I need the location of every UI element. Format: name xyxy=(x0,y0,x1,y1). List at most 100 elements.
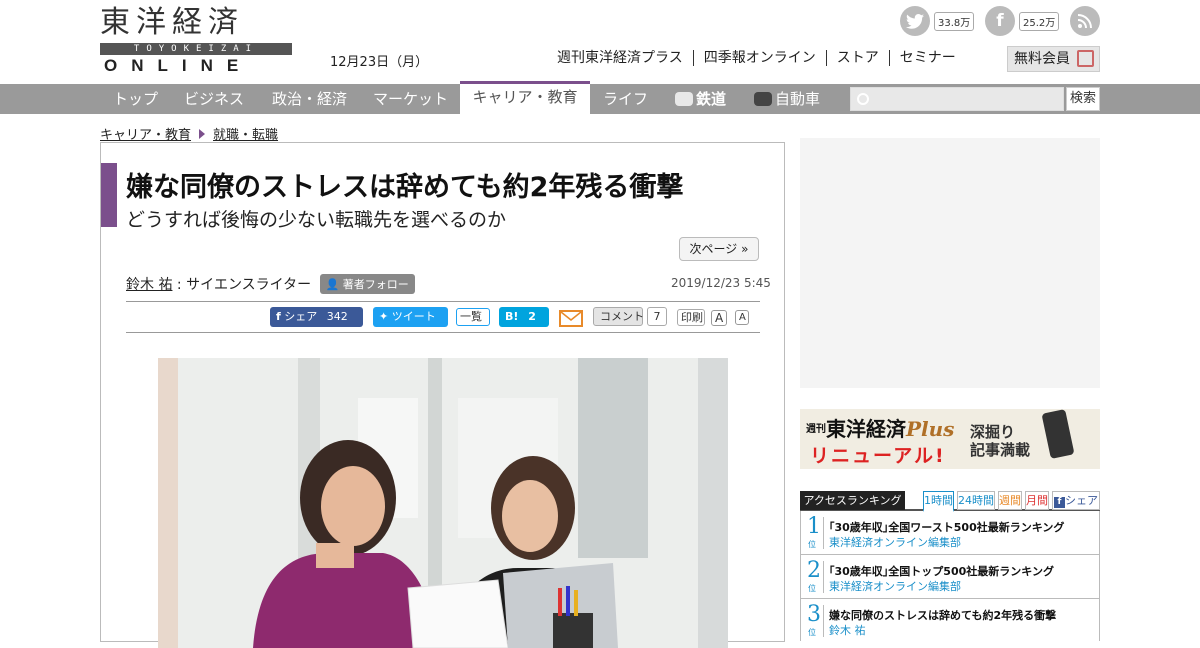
ranking-headline[interactable]: ｢30歳年収｣全国ワースト500社最新ランキング xyxy=(829,519,1064,535)
banner-tagline-2: 記事満載 xyxy=(970,441,1031,459)
font-small-button[interactable]: A xyxy=(735,310,749,325)
ranking-number: 3 xyxy=(807,602,821,627)
divider xyxy=(126,301,760,302)
mail-icon[interactable] xyxy=(559,310,583,327)
ranking-tab-1hour[interactable]: 1時間 xyxy=(923,491,954,512)
facebook-icon: f xyxy=(1054,497,1065,508)
author-role: サイエンスライター xyxy=(186,277,312,293)
toyokeizai-plus-banner[interactable]: 週刊東洋経済Plus リニューアル! 深掘り 記事満載 xyxy=(800,409,1100,469)
ranking-divider xyxy=(823,561,824,593)
nav-business[interactable]: ビジネス xyxy=(184,84,244,114)
breadcrumb-career-education[interactable]: キャリア・教育 xyxy=(100,124,191,143)
twitter-icon: ✦ xyxy=(379,310,389,323)
author-separator: : xyxy=(176,277,187,293)
facebook-follow[interactable]: f 25.2万 xyxy=(985,6,1060,36)
site-logo[interactable]: 東洋経済 TOYOKEIZAI ONLINE xyxy=(100,5,295,75)
print-button[interactable]: 印刷 xyxy=(677,309,705,326)
search-icon xyxy=(857,93,869,105)
rss-link[interactable] xyxy=(1070,6,1100,36)
tweet-label: ツイート xyxy=(391,310,436,323)
next-page-button[interactable]: 次ページ » xyxy=(679,237,759,261)
twitter-count: 33.8万 xyxy=(934,11,975,31)
ranking-headline[interactable]: ｢30歳年収｣全国トップ500社最新ランキング xyxy=(829,563,1054,579)
search-input[interactable] xyxy=(850,87,1064,111)
article-photo xyxy=(158,358,728,648)
banner-title-plus: Plus xyxy=(906,417,955,441)
share-bar: f シェア 342 ✦ ツイート 一覧 B! 2 コメント 7 印刷 A A xyxy=(126,303,760,333)
search-button[interactable]: 検索 xyxy=(1066,87,1100,111)
breadcrumb-job-change[interactable]: 就職・転職 xyxy=(213,124,278,143)
ranking-divider xyxy=(823,605,824,637)
hatena-bookmark-button[interactable]: B! 2 xyxy=(499,307,549,327)
banner-title: 週刊東洋経済Plus xyxy=(806,413,954,442)
breadcrumb-arrow-icon xyxy=(199,128,206,139)
car-icon xyxy=(754,92,772,106)
ranking-item[interactable]: 1 位 ｢30歳年収｣全国ワースト500社最新ランキング 東洋経済オンライン編集… xyxy=(801,511,1099,555)
nav-automobile[interactable]: 自動車 xyxy=(754,84,820,114)
link-seminar[interactable]: セミナー xyxy=(888,50,966,66)
comment-button[interactable]: コメント xyxy=(593,307,644,326)
facebook-icon: f xyxy=(276,310,281,323)
nav-railway[interactable]: 鉄道 xyxy=(675,84,726,114)
article-title: 嫌な同僚のストレスは辞めても約2年残る衝撃 xyxy=(126,172,684,203)
header-date: 12月23日（月） xyxy=(330,55,429,70)
ranking-headline[interactable]: 嫌な同僚のストレスは辞めても約2年残る衝撃 xyxy=(829,607,1056,623)
ranking-tab-monthly[interactable]: 月間 xyxy=(1025,491,1049,510)
banner-tagline: 深掘り 記事満載 xyxy=(970,423,1030,459)
hatena-count: 2 xyxy=(528,310,536,323)
ranking-suffix: 位 xyxy=(808,628,816,637)
ranking-item[interactable]: 2 位 ｢30歳年収｣全国トップ500社最新ランキング 東洋経済オンライン編集部 xyxy=(801,555,1099,599)
facebook-share-button[interactable]: f シェア 342 xyxy=(270,307,363,327)
ranking-list: 1 位 ｢30歳年収｣全国ワースト500社最新ランキング 東洋経済オンライン編集… xyxy=(800,511,1100,641)
free-member-button[interactable]: 無料会員 xyxy=(1007,46,1100,72)
main-nav: トップ ビジネス 政治・経済 マーケット キャリア・教育 ライフ 鉄道 自動車 … xyxy=(0,81,1200,114)
ranking-source[interactable]: 東洋経済オンライン編集部 xyxy=(829,534,961,550)
facebook-share-count: 342 xyxy=(326,310,348,323)
nav-top[interactable]: トップ xyxy=(113,84,158,114)
author-line: 鈴木 祐 : サイエンスライター 👤 著者フォロー xyxy=(126,274,415,294)
publish-date: 2019/12/23 5:45 xyxy=(671,276,771,290)
ranking-tab-share[interactable]: f シェア xyxy=(1052,491,1100,510)
smartphone-icon xyxy=(1041,409,1075,459)
banner-mark: 週刊 xyxy=(806,424,826,435)
author-name[interactable]: 鈴木 祐 xyxy=(126,277,172,293)
article: 嫌な同僚のストレスは辞めても約2年残る衝撃 どうすれば後悔の少ない転職先を選べる… xyxy=(100,142,785,648)
site-header: 東洋経済 TOYOKEIZAI ONLINE 12月23日（月） 33.8万 f… xyxy=(0,0,1200,84)
author-follow-button[interactable]: 👤 著者フォロー xyxy=(319,274,415,294)
ranking-item[interactable]: 3 位 嫌な同僚のストレスは辞めても約2年残る衝撃 鈴木 祐 xyxy=(801,599,1099,643)
ranking-tab-24hour[interactable]: 24時間 xyxy=(957,491,995,510)
facebook-share-label: シェア xyxy=(284,310,318,323)
twitter-icon[interactable] xyxy=(900,6,930,36)
ranking-divider xyxy=(823,517,824,549)
banner-renewal: リニューアル! xyxy=(810,445,946,467)
nav-market[interactable]: マーケット xyxy=(373,84,448,114)
logo-online: ONLINE xyxy=(104,56,253,75)
ranking-tabs: アクセスランキング 1時間 24時間 週間 月間 f シェア xyxy=(800,491,1100,512)
tweet-list-link[interactable]: 一覧 xyxy=(456,308,490,326)
nav-life[interactable]: ライフ xyxy=(603,84,648,114)
person-icon: 👤 xyxy=(325,278,340,291)
logo-kanji: 東洋経済 xyxy=(100,5,244,40)
rss-icon[interactable] xyxy=(1070,6,1100,36)
tweet-button[interactable]: ✦ ツイート xyxy=(373,307,448,327)
ranking-tab-weekly[interactable]: 週間 xyxy=(998,491,1022,510)
font-large-button[interactable]: A xyxy=(711,310,727,326)
office-women-image xyxy=(158,358,728,648)
header-links: 週刊東洋経済プラス 四季報オンライン ストア セミナー xyxy=(557,50,966,66)
ranking-source[interactable]: 東洋経済オンライン編集部 xyxy=(829,578,961,594)
ranking-tab-share-label: シェア xyxy=(1065,494,1098,507)
free-member-label: 無料会員 xyxy=(1014,51,1070,67)
banner-title-main: 東洋経済 xyxy=(826,417,906,441)
nav-politics-economy[interactable]: 政治・経済 xyxy=(272,84,347,114)
link-store[interactable]: ストア xyxy=(825,50,889,66)
link-shikiho-online[interactable]: 四季報オンライン xyxy=(692,50,826,66)
breadcrumb: キャリア・教育 就職・転職 xyxy=(100,124,278,143)
nav-career-education[interactable]: キャリア・教育 xyxy=(460,81,590,114)
author-follow-label: 著者フォロー xyxy=(342,278,409,291)
facebook-icon[interactable]: f xyxy=(985,6,1015,36)
ranking-source[interactable]: 鈴木 祐 xyxy=(829,622,866,638)
gift-icon xyxy=(1077,50,1094,67)
link-toyokeizai-plus[interactable]: 週刊東洋経済プラス xyxy=(557,50,693,66)
divider xyxy=(126,332,760,333)
twitter-follow[interactable]: 33.8万 xyxy=(900,6,975,36)
